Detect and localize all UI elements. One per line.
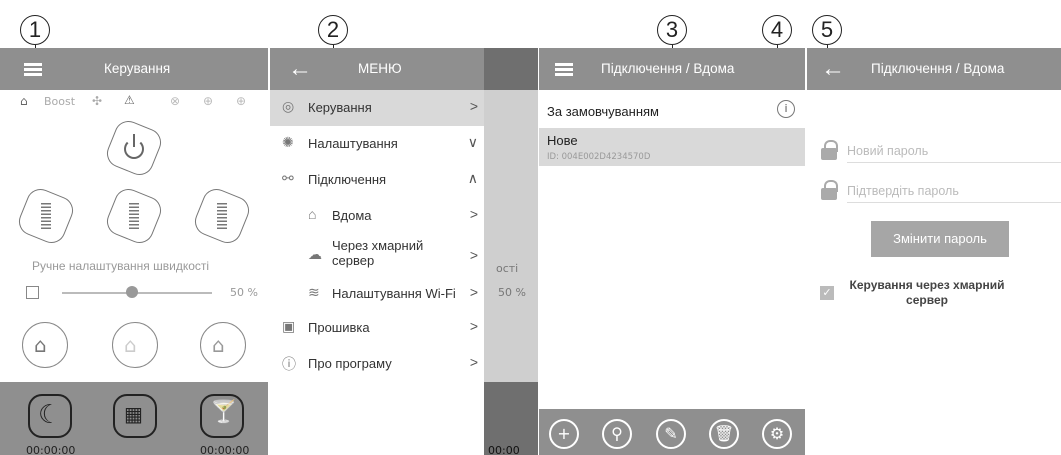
scrim-label-fragment: ості [496, 262, 519, 275]
callout-3: 3 [657, 15, 687, 45]
power-icon-line [133, 134, 135, 147]
search-icon[interactable]: ⚲ [602, 419, 632, 449]
chevron-up-icon: ∧ [467, 170, 478, 186]
menu-appbar: ← МЕНЮ [270, 48, 484, 90]
menu-item-firmware[interactable]: ▣ Прошивка > [270, 310, 484, 346]
password-appbar: ← Підключення / Вдома [807, 48, 1061, 90]
menu-item-control[interactable]: ◎ Керування > [270, 90, 484, 126]
chevron-right-icon: > [469, 206, 478, 222]
calendar-icon: ▦ [124, 402, 143, 426]
chevron-right-icon: > [469, 247, 478, 263]
device-id: ID: 004E002D4234570D [547, 152, 651, 162]
wifi-icon: ≋ [308, 284, 320, 300]
menu-title: МЕНЮ [358, 61, 402, 76]
callout-1: 1 [20, 15, 50, 45]
fan-icon: ✣ [92, 94, 103, 108]
new-password-field[interactable]: Новий пароль [847, 144, 928, 158]
chevron-right-icon: > [469, 98, 478, 114]
cocktail-icon: 🍸 [210, 400, 238, 425]
chevron-right-icon: > [469, 318, 478, 334]
home-icon: ⌂ [20, 94, 28, 108]
speed-bars-icon [129, 203, 139, 229]
filter-icon: ⊗ [170, 94, 181, 108]
back-arrow-icon[interactable]: ← [288, 57, 312, 81]
firmware-icon: ▣ [282, 318, 296, 334]
speed-bars-icon [41, 203, 51, 229]
night-timer: 00:00:00 [26, 444, 76, 455]
house-icon: ⌂ [124, 333, 137, 357]
menu-icon[interactable] [24, 63, 42, 77]
menu-item-wifi[interactable]: ≋ Налаштування Wi-Fi > [270, 276, 484, 312]
manual-speed-checkbox[interactable] [26, 286, 39, 299]
control-appbar: Керування [0, 48, 268, 90]
house-icon: ⌂ [212, 333, 225, 357]
edit-icon[interactable]: ✎ [656, 419, 686, 449]
menu-item-settings[interactable]: ✺ Налаштування ∨ [270, 126, 484, 162]
menu-item-home[interactable]: ⌂ Вдома > [270, 198, 484, 234]
cloud-control-label: Керування через хмарний сервер [849, 278, 1005, 307]
party-timer: 00:00:00 [200, 444, 250, 455]
fan-icon: ◎ [282, 98, 295, 114]
scrim-percent: 50 % [498, 286, 526, 299]
speed-bars-icon [217, 203, 227, 229]
callout-2: 2 [318, 15, 348, 45]
cloud-icon: ☁ [308, 246, 322, 262]
cloud-control-checkbox[interactable]: ✓ [820, 286, 834, 300]
scrim-timer: 00:00 [488, 444, 520, 455]
chevron-right-icon: > [469, 354, 478, 370]
screen-connection-list: Підключення / Вдома За замовчуванням i Н… [539, 48, 805, 455]
screen-control: Керування ⌂ Boost ✣ ⚠ ⊗ ⊕ ⊕ Ручне налашт… [0, 48, 268, 455]
manual-speed-label: Ручне налаштування швидкості [32, 259, 210, 273]
screen-password: ← Підключення / Вдома Новий пароль Підтв… [807, 48, 1061, 455]
connection-appbar: Підключення / Вдома [539, 48, 805, 90]
moon-icon: ☾ [38, 400, 62, 430]
gear-icon[interactable]: ⚙ [762, 419, 792, 449]
chevron-down-icon: ∨ [467, 134, 478, 150]
default-label: За замовчуванням [547, 104, 659, 119]
callout-5: 5 [812, 15, 842, 45]
back-arrow-icon[interactable]: ← [821, 57, 845, 81]
boost-label: Boost [44, 95, 76, 108]
info-icon[interactable]: i [777, 100, 795, 118]
menu-item-cloud[interactable]: ☁ Через хмарний сервер > [270, 234, 484, 278]
menu-icon[interactable] [555, 63, 573, 77]
scrim-appbar [484, 48, 538, 90]
menu-item-about[interactable]: ⓘ Про програму > [270, 346, 484, 382]
change-password-button[interactable]: Змінити пароль [871, 221, 1009, 257]
delete-icon[interactable]: 🗑 [709, 419, 739, 449]
sensor-icon: ⊕ [236, 94, 247, 108]
add-icon[interactable]: + [549, 419, 579, 449]
page-title: Підключення / Вдома [871, 61, 1005, 76]
settings-icon: ✺ [282, 134, 294, 150]
device-row[interactable]: Нове ID: 004E002D4234570D [539, 128, 805, 166]
nav-drawer: ← МЕНЮ ◎ Керування > ✺ Налаштування ∨ ⚯ … [270, 48, 484, 455]
lock-icon [821, 140, 838, 160]
field-underline [847, 202, 1061, 203]
speed-slider-thumb[interactable] [126, 286, 138, 298]
speed-percent: 50 % [230, 286, 258, 299]
sensor-icon: ⊕ [203, 94, 214, 108]
home-icon: ⌂ [308, 206, 317, 222]
menu-item-connection[interactable]: ⚯ Підключення ∧ [270, 162, 484, 198]
callout-4: 4 [762, 15, 792, 45]
device-name: Нове [547, 133, 578, 148]
field-underline [847, 162, 1061, 163]
confirm-password-field[interactable]: Підтвердіть пароль [847, 184, 959, 198]
house-icon: ⌂ [34, 333, 47, 357]
share-icon: ⚯ [282, 170, 294, 186]
chevron-right-icon: > [469, 284, 478, 300]
lock-icon [821, 180, 838, 200]
info-icon: ⓘ [282, 356, 296, 372]
warning-icon: ⚠ [124, 93, 135, 107]
screen-menu: ості 50 % 00:00 ← МЕНЮ ◎ Керування > ✺ Н… [270, 48, 538, 455]
page-title: Керування [104, 61, 171, 76]
page-title: Підключення / Вдома [601, 61, 735, 76]
